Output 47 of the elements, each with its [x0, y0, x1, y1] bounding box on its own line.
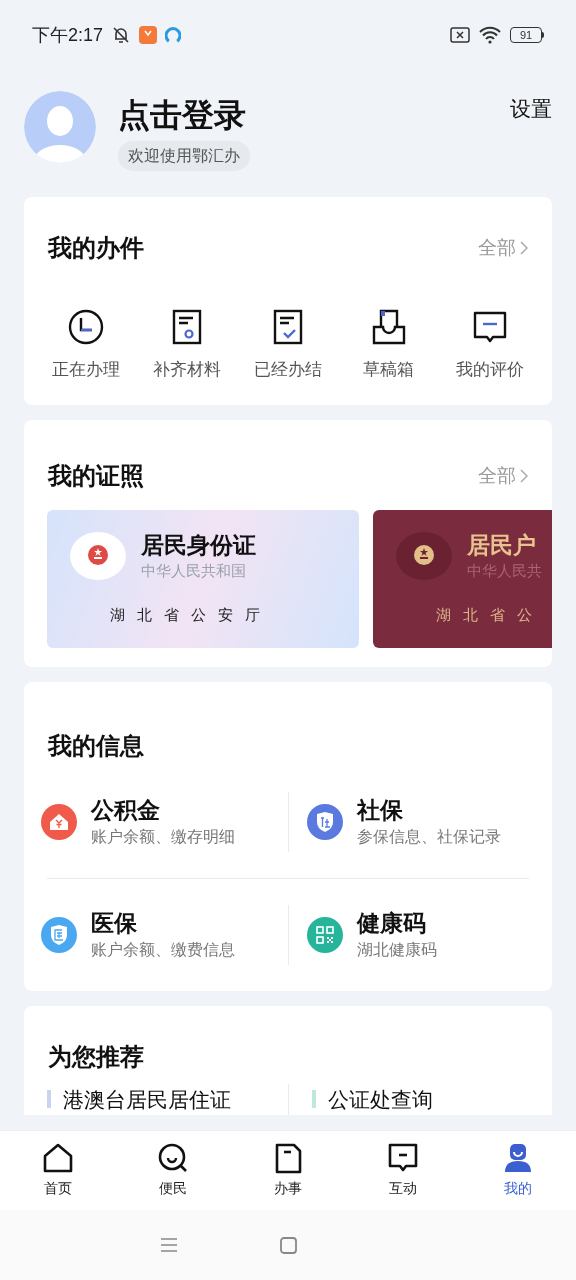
inbox-icon — [370, 308, 407, 345]
national-emblem-icon — [396, 532, 452, 580]
smile-search-icon — [156, 1142, 189, 1174]
task-shortcut[interactable]: 我的评价 — [439, 308, 540, 383]
info-entry[interactable]: 社保 参保信息、社保记录 — [288, 791, 529, 852]
recommend-item[interactable]: 港澳台居民居住证 — [47, 1083, 288, 1115]
certificate-authority: 湖北省公安厅 — [109, 605, 273, 625]
recommend-item[interactable]: 公证处查询 — [288, 1083, 529, 1115]
certificate-title: 居民身份证 — [141, 531, 256, 560]
section-title: 我的办件 — [48, 232, 144, 263]
national-emblem-icon — [70, 532, 126, 580]
login-link[interactable]: 点击登录 — [118, 92, 246, 137]
clock-icon — [68, 308, 105, 345]
section-title: 我的信息 — [48, 730, 144, 761]
app-notification-icon — [139, 26, 158, 45]
battery-icon: 91 — [510, 27, 544, 44]
task-shortcut[interactable]: 已经办结 — [237, 308, 339, 383]
message-icon — [387, 1142, 420, 1174]
certificate-title: 居民户 — [467, 531, 537, 560]
home-icon — [41, 1142, 74, 1174]
section-title: 为您推荐 — [48, 1041, 144, 1072]
welcome-badge: 欢迎使用鄂汇办 — [118, 140, 250, 171]
chevron-right-icon — [520, 469, 528, 483]
wifi-icon — [478, 26, 502, 45]
nav-tab[interactable]: 首页 — [0, 1142, 116, 1199]
info-entry[interactable]: 健康码 湖北健康码 — [288, 904, 529, 965]
status-time: 下午2:17 — [32, 23, 104, 47]
no-sim-icon — [450, 27, 470, 44]
settings-link[interactable]: 设置 — [510, 92, 552, 125]
task-shortcut[interactable]: 草稿箱 — [338, 308, 440, 383]
section-title: 我的证照 — [48, 461, 144, 491]
certificate-card[interactable]: 居民身份证 中华人民共和国 湖北省公安厅 — [47, 510, 359, 648]
nav-tab[interactable]: 便民 — [115, 1142, 231, 1199]
chevron-right-icon — [520, 240, 528, 255]
certificate-country: 中华人民共和国 — [141, 561, 247, 581]
nav-tab[interactable]: 互动 — [345, 1142, 461, 1199]
home-square-icon[interactable] — [280, 1236, 297, 1254]
menu-icon[interactable] — [160, 1238, 178, 1252]
task-shortcut[interactable]: 正在办理 — [36, 308, 137, 383]
browser-notification-icon — [165, 27, 182, 44]
task-shortcut[interactable]: 补齐材料 — [136, 308, 238, 383]
nav-tab[interactable]: 办事 — [230, 1142, 346, 1199]
nav-tab[interactable]: 我的 — [460, 1142, 576, 1199]
info-entry[interactable]: 医保 账户余额、缴费信息 — [41, 904, 288, 965]
info-entry[interactable]: 公积金 账户余额、缴存明细 — [41, 791, 288, 852]
avatar-icon — [24, 90, 96, 163]
certificate-authority: 湖北省公 — [435, 605, 545, 625]
